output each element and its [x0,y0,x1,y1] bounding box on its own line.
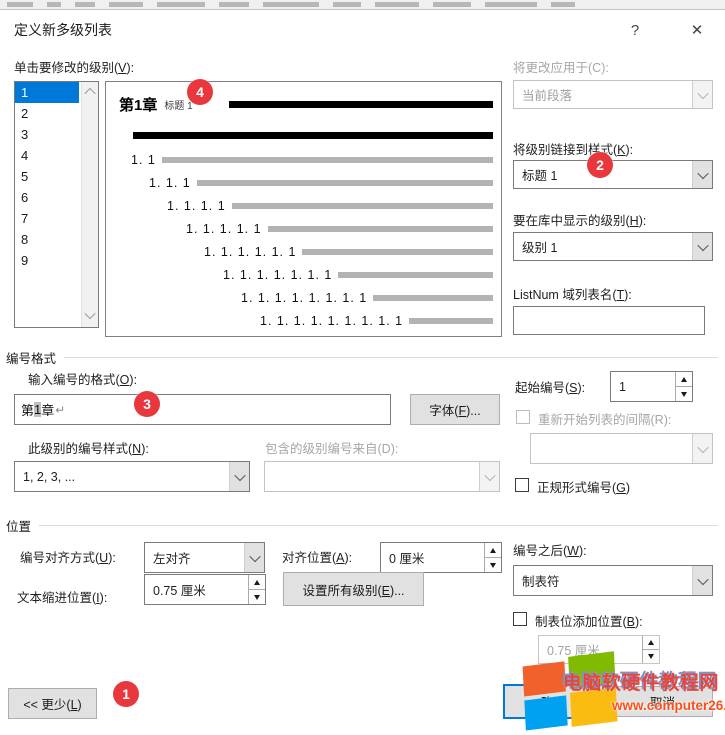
spin-down-icon [643,649,659,663]
chevron-down-icon[interactable] [229,462,249,491]
help-icon[interactable]: ? [620,18,650,44]
restart-combobox [530,433,713,464]
number-format-group-header: 编号格式 [6,348,718,367]
level-item-4[interactable]: 4 [15,145,79,166]
chevron-down-icon[interactable] [244,543,264,572]
text-indent-spinner[interactable]: 0.75 厘米 [144,574,266,605]
spin-up-icon[interactable] [676,372,692,386]
spin-up-icon[interactable] [485,543,501,557]
preview-row: 1. 1. 1. 1. 1. 1. 1. 1 [241,289,493,306]
number-style-combobox[interactable]: 1, 2, 3, ... [14,461,250,492]
chevron-down-icon [692,81,712,108]
watermark-site-url: www.computer26.com [612,698,725,713]
follow-number-label: 编号之后(W): [513,540,587,559]
chevron-down-icon [479,462,499,491]
apply-to-combobox: 当前段落 [513,80,713,109]
include-level-combobox [264,461,500,492]
aligned-at-spinner[interactable]: 0 厘米 [380,542,502,573]
annotation-badge-1: 1 [113,681,139,707]
restart-checkbox [516,410,530,424]
list-preview: 第1章 标题 1 1. 1 1. 1. 1 1. 1. 1. 1 1. 1. 1… [105,81,502,337]
number-alignment-combobox[interactable]: 左对齐 [144,542,265,573]
preview-row: 1. 1 [131,151,493,168]
follow-number-combobox[interactable]: 制表符 [513,565,713,596]
chevron-down-icon[interactable] [692,566,712,595]
number-style-label: 此级别的编号样式(N): [28,438,149,457]
level-picker-label: 单击要修改的级别(V): [14,57,134,76]
aligned-at-label: 对齐位置(A): [282,547,352,566]
gallery-level-label: 要在库中显示的级别(H): [513,210,646,229]
level-item-2[interactable]: 2 [15,103,79,124]
link-style-combobox[interactable]: 标题 1 [513,160,713,189]
dialog-title: 定义新多级列表 [14,20,112,40]
level-item-1[interactable]: 1 [15,82,79,103]
spin-down-icon[interactable] [676,386,692,401]
number-alignment-label: 编号对齐方式(U): [20,547,116,566]
preview-row: 1. 1. 1. 1. 1. 1. 1 [223,266,493,283]
number-field-token: 1 [34,402,41,417]
page-root: 定义新多级列表 ? ✕ 单击要修改的级别(V): 1 2 3 4 5 6 7 8… [0,0,725,721]
start-number-spinner[interactable]: 1 [610,371,693,402]
spin-down-icon[interactable] [249,589,265,604]
number-format-input[interactable]: 第1章↵ [14,394,391,425]
level-listbox[interactable]: 1 2 3 4 5 6 7 8 9 [14,81,99,328]
close-icon[interactable]: ✕ [682,18,712,44]
include-level-label: 包含的级别编号来自(D): [265,438,398,457]
preview-row: 1. 1. 1. 1. 1. 1 [204,243,493,260]
text-indent-label: 文本缩进位置(I): [17,587,107,606]
legal-numbering-checkbox[interactable] [515,478,529,492]
preview-level1-row: 第1章 标题 1 [119,92,493,116]
level-item-3[interactable]: 3 [15,124,79,145]
restart-label: 重新开始列表的间隔(R): [538,409,671,428]
apply-to-label: 将更改应用于(C): [513,57,609,76]
position-group-header: 位置 [6,516,718,535]
level-item-7[interactable]: 7 [15,208,79,229]
add-tab-stop-checkbox[interactable] [513,612,527,626]
less-button[interactable]: << 更少(L) [8,688,97,719]
start-number-label: 起始编号(S): [515,377,585,396]
spin-down-icon[interactable] [485,557,501,572]
preview-row: 1. 1. 1. 1. 1 [186,220,493,237]
scroll-down-icon[interactable] [84,308,95,319]
preview-row: 1. 1. 1. 1. 1. 1. 1. 1. 1 [260,312,493,329]
listnum-label: ListNum 域列表名(T): [513,284,632,303]
preview-level1-row2 [133,132,493,139]
level-item-6[interactable]: 6 [15,187,79,208]
format-label: 输入编号的格式(O): [28,369,137,388]
annotation-badge-2: 2 [587,152,613,178]
level-item-5[interactable]: 5 [15,166,79,187]
preview-text-bar [229,101,493,108]
listbox-scrollbar[interactable] [81,82,98,327]
add-tab-stop-label: 制表位添加位置(B): [535,611,643,630]
link-style-label: 将级别链接到样式(K): [513,139,633,158]
font-button[interactable]: 字体(F)... [410,394,500,425]
spin-up-icon [643,636,659,649]
return-mark-icon: ↵ [55,403,65,417]
preview-row: 1. 1. 1. 1 [167,197,493,214]
listnum-input[interactable] [513,306,705,335]
chevron-down-icon[interactable] [692,233,712,260]
preview-level1-number: 第1章 [119,94,157,115]
legal-numbering-label: 正规形式编号(G) [537,477,630,496]
annotation-badge-4: 4 [187,79,213,105]
annotation-badge-3: 3 [134,391,160,417]
background-ribbon-sliver [0,0,725,10]
watermark-site-name: 电脑软硬件教程网 [563,668,718,695]
gallery-level-combobox[interactable]: 级别 1 [513,232,713,261]
chevron-down-icon [692,434,712,463]
level-item-8[interactable]: 8 [15,229,79,250]
chevron-down-icon[interactable] [692,161,712,188]
set-for-all-levels-button[interactable]: 设置所有级别(E)... [283,572,424,606]
spin-up-icon[interactable] [249,575,265,589]
preview-row: 1. 1. 1 [149,174,493,191]
define-multilevel-list-dialog: 定义新多级列表 ? ✕ 单击要修改的级别(V): 1 2 3 4 5 6 7 8… [0,10,725,721]
level-item-9[interactable]: 9 [15,250,79,271]
scroll-up-icon[interactable] [84,88,95,99]
